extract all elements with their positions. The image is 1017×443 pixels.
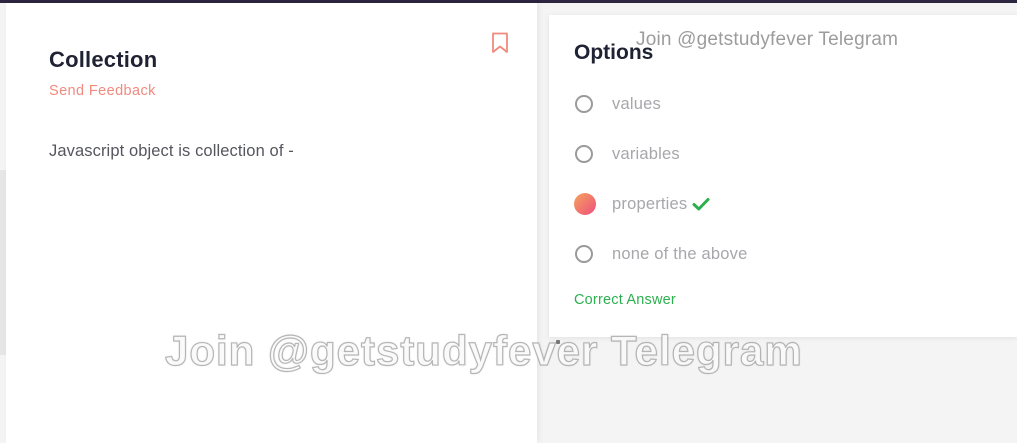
option-label: properties [612, 194, 688, 213]
option-none-of-the-above[interactable]: none of the above [575, 242, 748, 266]
option-variables[interactable]: variables [575, 142, 680, 166]
radio-icon[interactable] [575, 145, 593, 163]
radio-icon[interactable] [575, 245, 593, 263]
radio-icon[interactable] [575, 95, 593, 113]
check-icon [692, 198, 710, 211]
options-panel: Options values variables properties none… [549, 15, 1017, 337]
option-label: values [612, 94, 661, 113]
option-label: none of the above [612, 244, 748, 263]
send-feedback-link[interactable]: Send Feedback [49, 83, 156, 99]
option-properties[interactable]: properties [574, 192, 710, 216]
watermark-small: Join @getstudyfever Telegram [636, 29, 899, 50]
option-label: variables [612, 144, 680, 163]
question-panel: Collection Send Feedback Javascript obje… [6, 3, 537, 443]
correct-answer-status: Correct Answer [574, 292, 676, 308]
bookmark-icon[interactable] [491, 32, 509, 54]
question-title: Collection [49, 47, 158, 72]
watermark-large: Join @getstudyfever Telegram [164, 326, 803, 374]
option-values[interactable]: values [575, 92, 661, 116]
gradient-radio-icon[interactable] [574, 193, 596, 215]
question-text: Javascript object is collection of - [49, 142, 294, 160]
